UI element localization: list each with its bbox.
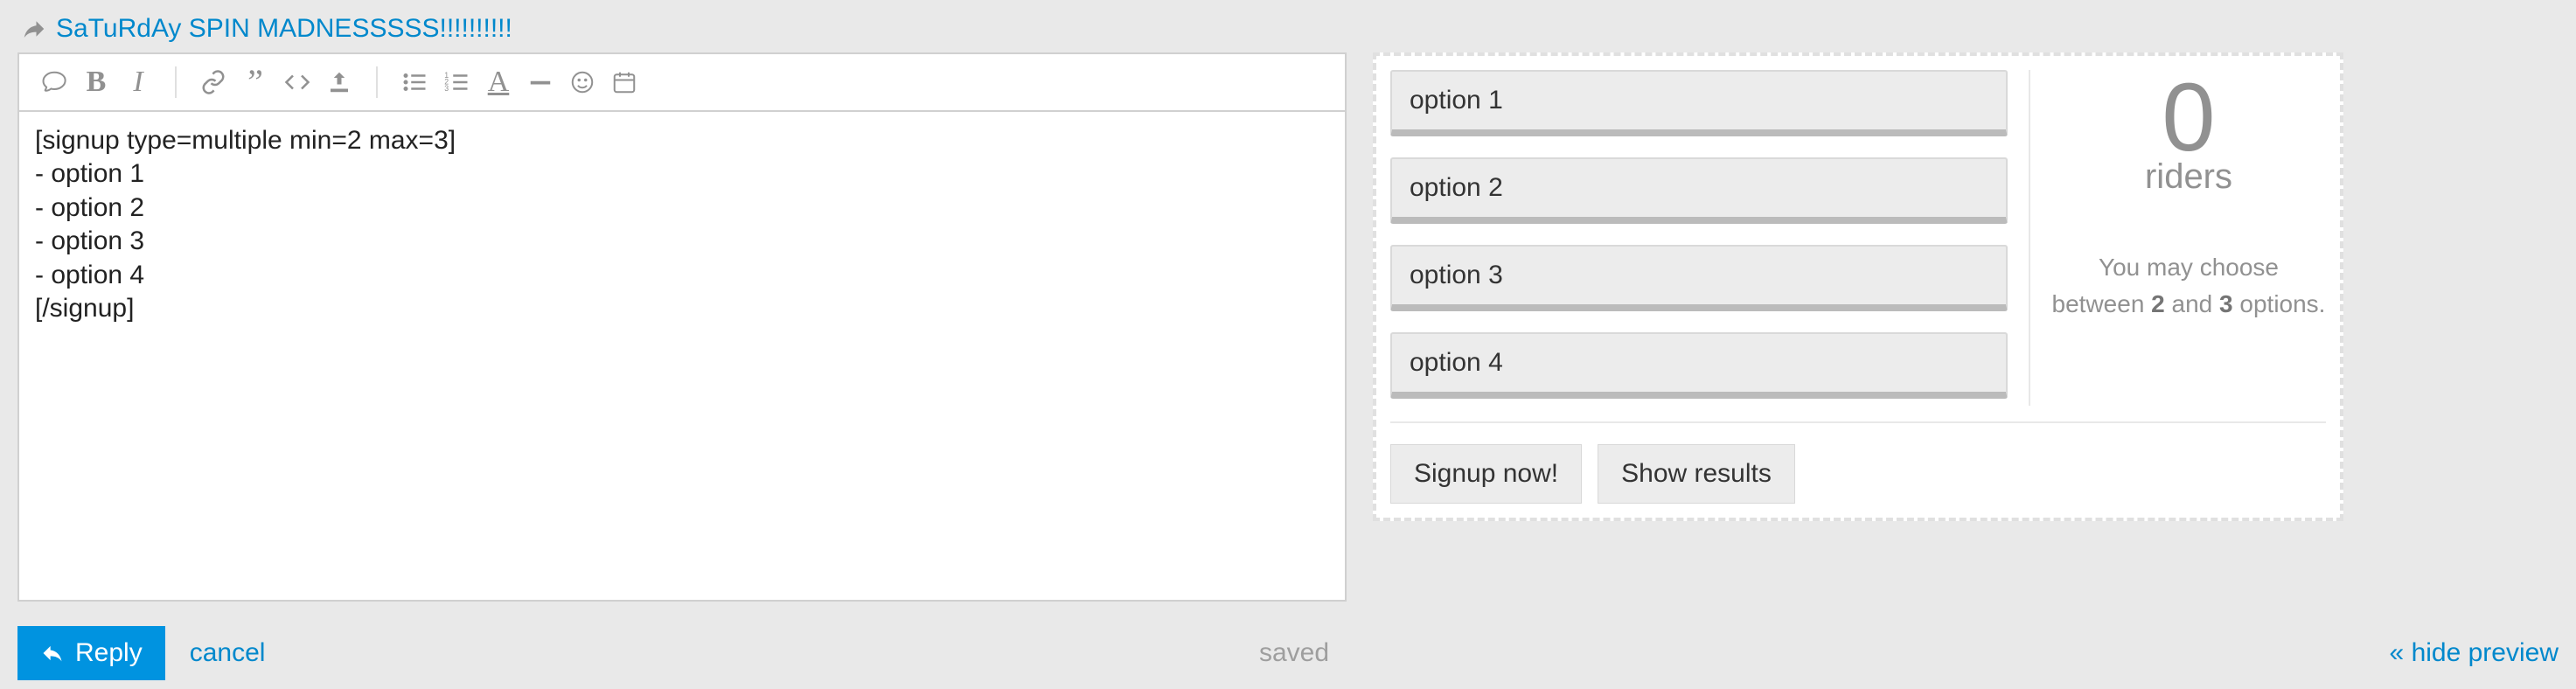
editor-textarea[interactable]: [19, 112, 1345, 593]
cancel-link[interactable]: cancel: [190, 638, 266, 668]
quote-icon[interactable]: ”: [234, 63, 276, 101]
text-style-button[interactable]: A: [477, 63, 519, 101]
editor-pane: B I ”: [17, 52, 1347, 602]
show-results-button[interactable]: Show results: [1598, 444, 1795, 504]
reply-arrow-icon: [21, 16, 47, 42]
rider-count: 0: [2051, 70, 2326, 166]
toolbar-divider-2: [376, 66, 378, 98]
reply-context: SaTuRdAy SPIN MADNESSSSS!!!!!!!!!!: [17, 9, 2559, 52]
reply-icon: [40, 641, 65, 665]
toolbar-divider: [175, 66, 177, 98]
link-icon[interactable]: [192, 63, 234, 101]
topic-title-link[interactable]: SaTuRdAy SPIN MADNESSSSS!!!!!!!!!!: [56, 14, 512, 44]
speech-bubble-icon[interactable]: [33, 63, 75, 101]
upload-icon[interactable]: [318, 63, 360, 101]
info-column: 0 riders You may choose between 2 and 3 …: [2029, 70, 2326, 406]
emoji-icon[interactable]: [561, 63, 603, 101]
preview-pane: option 1 option 2 option 3 option 4 0 ri…: [1373, 52, 2343, 521]
saved-status: saved: [1259, 638, 1329, 668]
reply-button[interactable]: Reply: [17, 626, 165, 680]
editor-toolbar: B I ”: [19, 54, 1345, 112]
signup-option[interactable]: option 3: [1390, 245, 2008, 311]
bullet-list-icon[interactable]: [393, 63, 435, 101]
footer: Reply cancel saved « hide preview: [17, 626, 2559, 680]
svg-text:3: 3: [444, 84, 449, 93]
numbered-list-icon[interactable]: 123: [435, 63, 477, 101]
hide-preview-link[interactable]: « hide preview: [2390, 638, 2559, 668]
code-icon[interactable]: [276, 63, 318, 101]
signup-now-button[interactable]: Signup now!: [1390, 444, 1582, 504]
signup-option[interactable]: option 4: [1390, 332, 2008, 399]
calendar-icon[interactable]: [603, 63, 645, 101]
bold-button[interactable]: B: [75, 63, 117, 101]
constraint-text: You may choose between 2 and 3 options.: [2051, 249, 2326, 323]
signup-option[interactable]: option 2: [1390, 157, 2008, 224]
horizontal-rule-icon[interactable]: [519, 63, 561, 101]
options-column: option 1 option 2 option 3 option 4: [1390, 70, 2029, 406]
rider-label: riders: [2051, 157, 2326, 197]
signup-option[interactable]: option 1: [1390, 70, 2008, 136]
italic-button[interactable]: I: [117, 63, 159, 101]
